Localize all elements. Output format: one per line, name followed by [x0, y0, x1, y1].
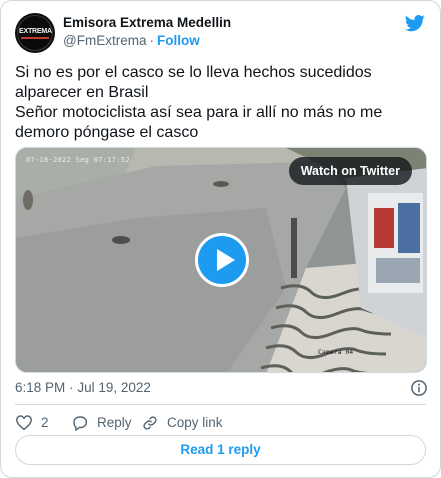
author-display-name[interactable]: Emisora Extrema Medellin [63, 15, 231, 30]
avatar-stripe [21, 37, 49, 39]
tweet-date: Jul 19, 2022 [77, 380, 151, 395]
info-icon[interactable] [410, 379, 428, 397]
tweet-text-line-1: Si no es por el casco se lo lleva hechos… [15, 64, 372, 101]
copy-link-label: Copy link [167, 415, 223, 430]
tweet-actions: 2 Reply Copy link [15, 412, 426, 434]
reply-button[interactable]: Reply [71, 412, 132, 434]
reply-label: Reply [97, 415, 132, 430]
like-button[interactable]: 2 [15, 412, 49, 434]
tweet-header: EXTREMA Emisora Extrema Medellin @FmExtr… [15, 13, 428, 53]
tweet-timestamp[interactable]: 6:18 PM · Jul 19, 2022 [15, 380, 151, 395]
copy-link-button[interactable]: Copy link [141, 412, 223, 434]
avatar[interactable]: EXTREMA [15, 13, 55, 53]
camera-timestamp: 07-18-2022 Seg 07:17:52 [26, 156, 130, 164]
heart-icon [16, 415, 32, 431]
watch-on-twitter-button[interactable]: Watch on Twitter [288, 157, 412, 185]
avatar-logo-text: EXTREMA [19, 28, 52, 35]
reply-icon [73, 416, 88, 431]
link-icon [143, 416, 157, 430]
timestamp-separator: · [69, 380, 74, 395]
tweet-text-line-2: Señor motociclista así sea para ir allí … [15, 104, 383, 141]
tweet-card: EXTREMA Emisora Extrema Medellin @FmExtr… [0, 0, 441, 478]
tweet-time: 6:18 PM [15, 380, 66, 395]
author-handle[interactable]: @FmExtrema [63, 33, 146, 48]
divider [15, 404, 426, 405]
play-button[interactable] [195, 233, 249, 287]
like-count: 2 [41, 415, 49, 430]
tweet-text: Si no es por el casco se lo lleva hechos… [15, 63, 427, 143]
follow-button[interactable]: Follow [157, 33, 200, 48]
camera-label: Camera 04 [318, 348, 354, 356]
play-icon [217, 249, 235, 271]
author-handle-line: @FmExtrema · Follow [63, 33, 200, 48]
video-thumbnail[interactable]: 07-18-2022 Seg 07:17:52 Camera 04 Watch … [15, 147, 427, 373]
handle-separator: · [149, 33, 154, 48]
read-replies-button[interactable]: Read 1 reply [15, 435, 426, 465]
twitter-bird-icon[interactable] [404, 13, 426, 33]
